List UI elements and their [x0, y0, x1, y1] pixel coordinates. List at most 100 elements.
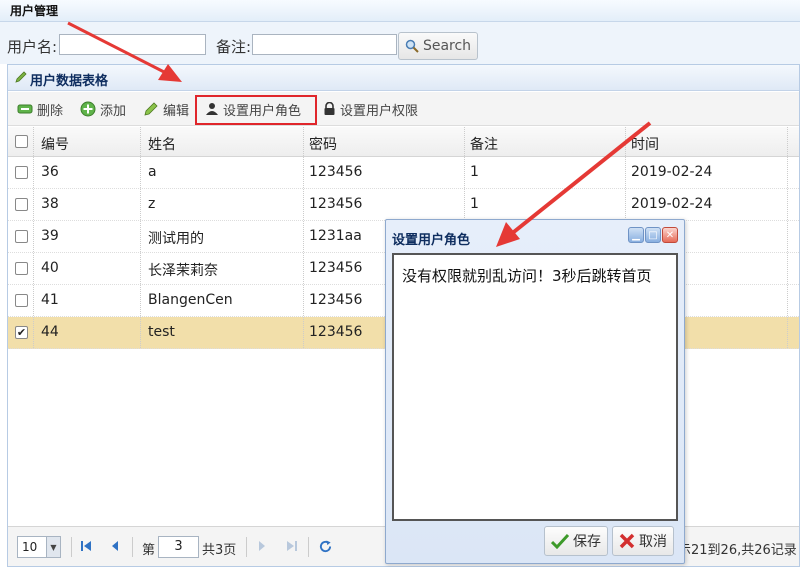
table-cell: 38 — [34, 189, 141, 220]
refresh-icon[interactable] — [317, 538, 333, 554]
prev-page-icon[interactable] — [107, 538, 123, 554]
cell-remark: 1 — [470, 164, 479, 180]
app-title: 用户管理 — [10, 4, 59, 18]
maximize-icon[interactable]: □ — [645, 227, 661, 243]
next-page-icon[interactable] — [254, 538, 270, 554]
set-role-label: 设置用户角色 — [223, 103, 302, 119]
cell-time: 2019-02-24 — [631, 164, 713, 180]
set-role-button[interactable]: 设置用户角色 — [205, 100, 302, 119]
cancel-button[interactable]: 取消 — [612, 526, 674, 556]
cell-id: 41 — [41, 292, 59, 308]
header-password[interactable]: 密码 — [309, 134, 337, 154]
page-size-value: 10 — [22, 540, 38, 554]
select-all-checkbox[interactable] — [15, 135, 28, 148]
divider — [132, 537, 133, 557]
table-header: 编号 姓名 密码 备注 时间 — [8, 127, 799, 157]
set-permission-button[interactable]: 设置用户权限 — [323, 100, 418, 119]
cell-id: 38 — [41, 196, 59, 212]
row-checkbox-cell — [8, 189, 34, 220]
header-checkbox-cell — [8, 127, 34, 156]
page-size-select[interactable]: 10 ▼ — [17, 536, 61, 558]
record-info: 示21到26,共26记录 — [678, 543, 797, 558]
row-checkbox[interactable] — [15, 166, 28, 179]
page-prefix: 第 — [142, 543, 156, 558]
header-cell: 密码 — [304, 127, 465, 156]
cell-id: 40 — [41, 260, 59, 276]
search-button[interactable]: Search — [398, 32, 478, 60]
username-label: 用户名: — [7, 38, 58, 56]
table-cell: a — [141, 157, 304, 188]
table-row[interactable]: 36 a 123456 1 2019-02-24 — [8, 157, 799, 189]
delete-label: 删除 — [37, 103, 64, 119]
divider — [246, 537, 247, 557]
page-number-input[interactable]: 3 — [158, 536, 199, 558]
divider — [71, 537, 72, 557]
table-cell: 1 — [465, 157, 626, 188]
first-page-icon[interactable] — [78, 538, 94, 554]
row-checkbox[interactable] — [15, 198, 28, 211]
panel-header: 用户数据表格 — [8, 65, 799, 91]
set-role-dialog: 设置用户角色 ▁ □ ✕ 没有权限就别乱访问！3秒后跳转首页 保存 取消 — [385, 219, 685, 564]
username-input[interactable] — [59, 34, 206, 55]
table-cell: 2019-02-24 — [626, 157, 788, 188]
save-label: 保存 — [573, 534, 601, 550]
chevron-down-icon: ▼ — [46, 537, 60, 557]
dialog-title: 设置用户角色 — [392, 233, 471, 248]
cell-password: 123456 — [309, 292, 363, 308]
cell-password: 1231aa — [309, 228, 362, 244]
cell-password: 123456 — [309, 196, 363, 212]
checkmark-icon — [551, 533, 569, 549]
row-checkbox[interactable] — [15, 294, 28, 307]
header-cell: 备注 — [465, 127, 626, 156]
row-checkbox-cell — [8, 317, 34, 348]
panel-title: 用户数据表格 — [30, 74, 109, 89]
table-cell: test — [141, 317, 304, 348]
table-cell: 测试用的 — [141, 221, 304, 252]
row-checkbox-cell — [8, 157, 34, 188]
lock-icon — [324, 102, 335, 115]
header-cell: 编号 — [34, 127, 141, 156]
search-bar: 用户名: 备注: Search — [0, 22, 800, 64]
cell-name: 长泽茉莉奈 — [148, 263, 218, 279]
cancel-label: 取消 — [639, 534, 667, 550]
dialog-body: 没有权限就别乱访问！3秒后跳转首页 — [392, 253, 678, 521]
table-cell: 123456 — [304, 189, 465, 220]
table-cell: 40 — [34, 253, 141, 284]
table-cell: 1 — [465, 189, 626, 220]
table-cell: 123456 — [304, 157, 465, 188]
dialog-tools: ▁ □ ✕ — [628, 227, 678, 243]
cell-time: 2019-02-24 — [631, 196, 713, 212]
cell-password: 123456 — [309, 164, 363, 180]
add-button[interactable]: 添加 — [80, 100, 126, 119]
remark-input[interactable] — [252, 34, 397, 55]
dialog-message: 没有权限就别乱访问！3秒后跳转首页 — [402, 267, 652, 285]
dialog-footer: 保存 取消 — [392, 523, 678, 561]
row-checkbox[interactable] — [15, 326, 28, 339]
save-button[interactable]: 保存 — [544, 526, 608, 556]
divider — [308, 537, 309, 557]
delete-button[interactable]: 删除 — [17, 100, 64, 119]
edit-button[interactable]: 编辑 — [143, 100, 190, 119]
cell-password: 123456 — [309, 324, 363, 340]
close-icon[interactable]: ✕ — [662, 227, 678, 243]
plus-icon — [80, 101, 96, 117]
pencil-icon — [144, 102, 158, 116]
row-checkbox[interactable] — [15, 230, 28, 243]
edit-label: 编辑 — [163, 103, 190, 119]
header-id[interactable]: 编号 — [41, 134, 69, 154]
table-row[interactable]: 38 z 123456 1 2019-02-24 — [8, 189, 799, 221]
table-cell: 41 — [34, 285, 141, 316]
header-time[interactable]: 时间 — [631, 134, 659, 154]
last-page-icon[interactable] — [284, 538, 300, 554]
row-checkbox[interactable] — [15, 262, 28, 275]
minimize-icon[interactable]: ▁ — [628, 227, 644, 243]
cell-id: 36 — [41, 164, 59, 180]
header-remark[interactable]: 备注 — [470, 134, 498, 154]
table-cell: BlangenCen — [141, 285, 304, 316]
header-name[interactable]: 姓名 — [148, 134, 176, 154]
search-button-label: Search — [422, 38, 472, 54]
table-cell: 44 — [34, 317, 141, 348]
cell-name: BlangenCen — [148, 292, 233, 308]
pencil-icon — [15, 71, 27, 83]
table-cell: 39 — [34, 221, 141, 252]
